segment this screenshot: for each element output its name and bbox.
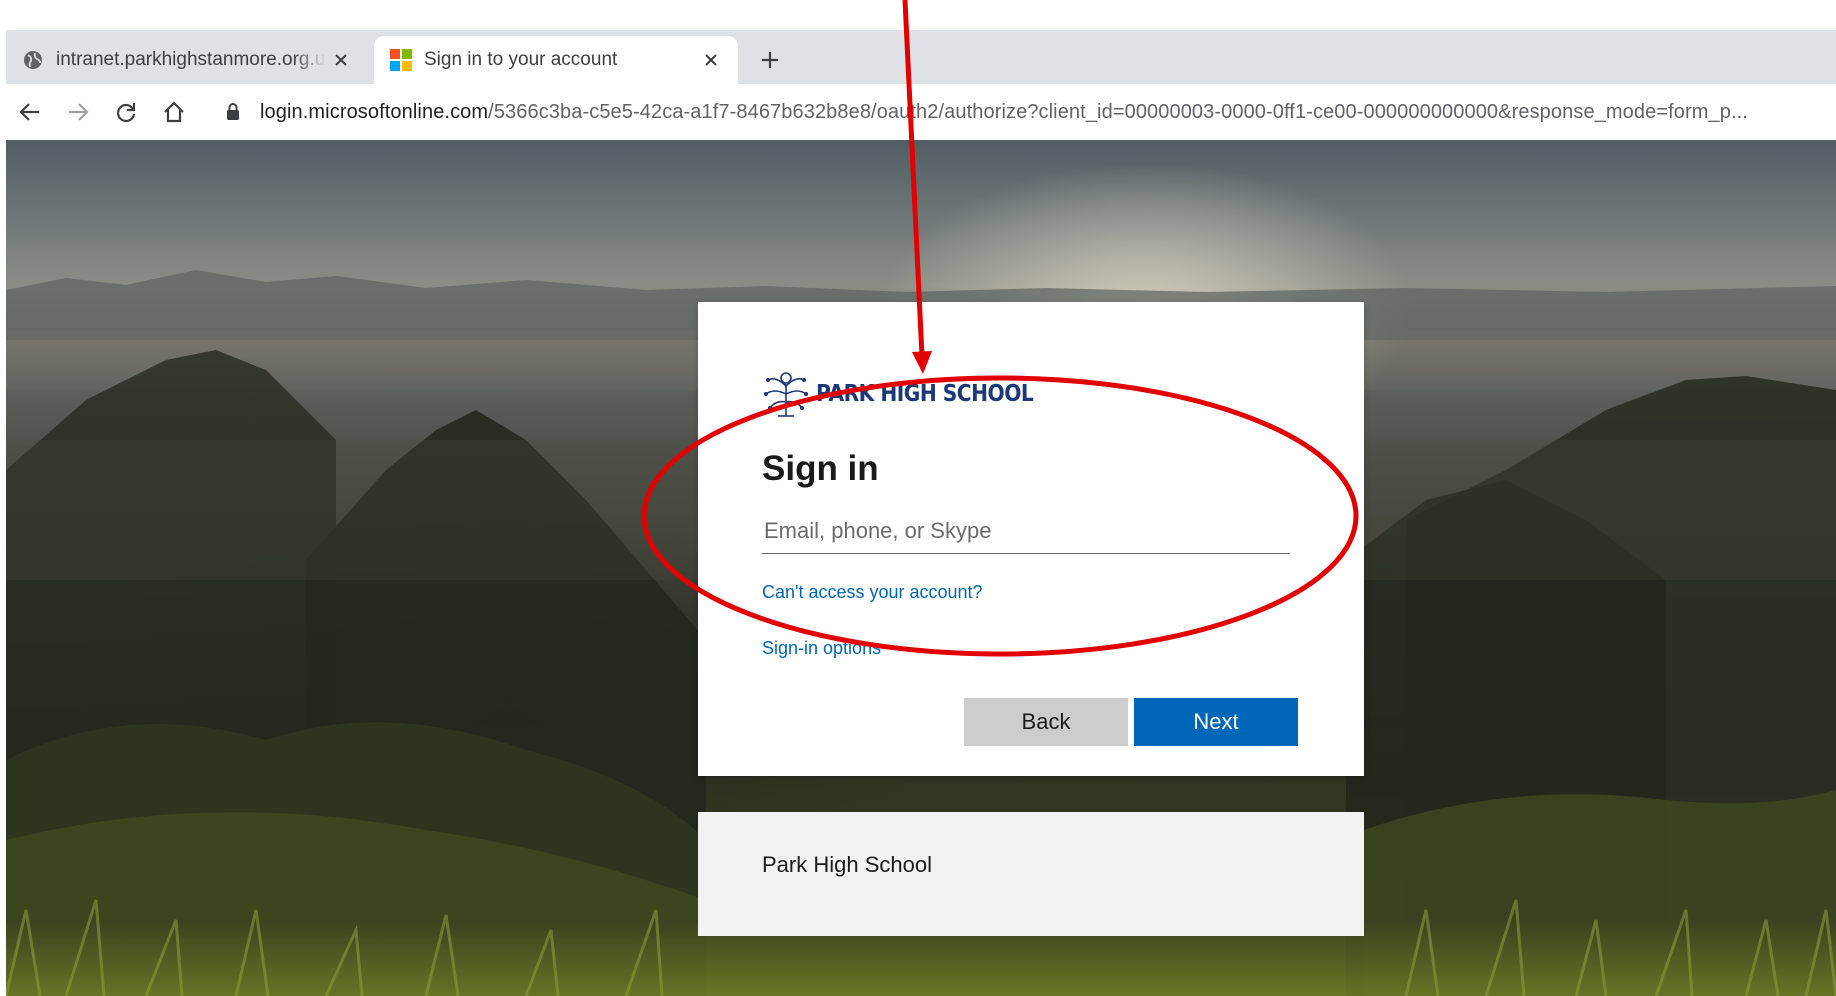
- microsoft-logo-icon: [390, 49, 412, 71]
- reload-button[interactable]: [108, 94, 144, 130]
- arrow-left-icon: [19, 103, 39, 121]
- sign-in-options-link[interactable]: Sign-in options: [762, 638, 881, 659]
- organization-name: Park High School: [762, 852, 932, 877]
- sign-in-footer: Park High School: [698, 812, 1364, 936]
- tab-title: Sign in to your account: [424, 49, 618, 70]
- email-input[interactable]: [762, 508, 1290, 554]
- tab-sign-in[interactable]: Sign in to your account: [374, 36, 738, 84]
- plus-icon: [762, 52, 778, 68]
- school-crest-icon: [764, 372, 808, 417]
- back-nav-button[interactable]: [12, 94, 48, 130]
- arrow-right-icon: [69, 103, 89, 121]
- forward-nav-button[interactable]: [60, 94, 96, 130]
- address-bar[interactable]: login.microsoftonline.com/5366c3ba-c5e5-…: [214, 94, 1836, 130]
- close-tab-icon[interactable]: [328, 47, 354, 73]
- browser-toolbar: login.microsoftonline.com/5366c3ba-c5e5-…: [0, 84, 1836, 140]
- close-tab-icon[interactable]: [698, 47, 724, 73]
- tab-title: intranet.parkhighstanmore.org.uk: [56, 49, 326, 70]
- page-background: PARK HIGH SCHOOL Sign in Can't access yo…: [6, 140, 1836, 996]
- url-path: /5366c3ba-c5e5-42ca-a1f7-8467b632b8e8/oa…: [488, 100, 1748, 123]
- sign-in-card: PARK HIGH SCHOOL Sign in Can't access yo…: [698, 302, 1364, 776]
- lock-icon: [227, 103, 239, 120]
- school-logo-text: PARK HIGH SCHOOL: [816, 381, 1034, 407]
- school-logo: PARK HIGH SCHOOL: [762, 366, 1063, 422]
- new-tab-button[interactable]: [752, 42, 788, 78]
- next-button[interactable]: Next: [1134, 698, 1298, 746]
- home-button[interactable]: [156, 94, 192, 130]
- home-icon: [164, 101, 184, 123]
- globe-icon: [24, 51, 42, 69]
- sign-in-form: PARK HIGH SCHOOL Sign in Can't access yo…: [698, 302, 1364, 658]
- cant-access-account-link[interactable]: Can't access your account?: [762, 582, 983, 603]
- back-button[interactable]: Back: [964, 698, 1128, 746]
- tab-intranet[interactable]: intranet.parkhighstanmore.org.uk: [6, 36, 368, 84]
- url-text: login.microsoftonline.com/5366c3ba-c5e5-…: [260, 101, 1748, 124]
- sign-in-heading: Sign in: [762, 449, 879, 488]
- reload-icon: [116, 103, 136, 123]
- url-host: login.microsoftonline.com: [260, 100, 489, 123]
- tab-strip: intranet.parkhighstanmore.org.uk Sign in…: [6, 30, 1836, 84]
